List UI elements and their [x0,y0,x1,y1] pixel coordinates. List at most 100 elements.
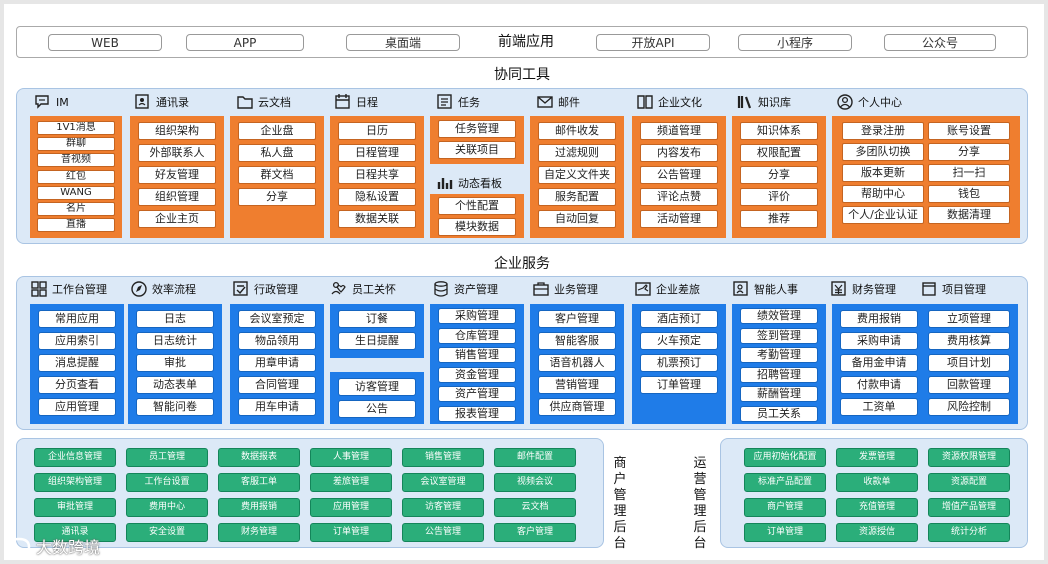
merchant-item: 企业信息管理 [34,448,116,467]
column-title: 云文档 [258,96,291,109]
list-item: 推荐 [740,210,818,228]
list-item: 1V1消息 [37,121,115,135]
column-title: IM [56,95,69,109]
collab-1-header: 通讯录 [134,93,189,111]
care-box-top: 订餐 生日提醒 [330,304,424,358]
list-item: 钱包 [928,185,1010,203]
frontend-official-account: 公众号 [884,34,996,51]
folder-cloud-icon [237,96,253,109]
travel-icon [635,282,651,296]
column-title: 业务管理 [554,283,598,296]
ops-item: 充值管理 [836,498,918,517]
collab-3-header: 日程 [334,93,378,111]
column-title: 员工关怀 [352,283,396,296]
list-item: 个人/企业认证 [842,206,924,224]
collab-box-7: 知识体系 权限配置 分享 评价 推荐 [732,116,826,238]
merchant-item: 人事管理 [310,448,392,467]
chat-icon [35,95,49,109]
ops-item: 收款单 [836,473,918,492]
ent-box-6: 酒店预订 火车预定 机票预订 订单管理 [632,304,726,424]
watermark-logo-icon [7,537,31,555]
list-item: 好友管理 [138,166,216,184]
collab-box-0: 1V1消息 群聊 音视频 红包 WANG 名片 直播 [30,116,122,238]
ent-9-header: 项目管理 [920,280,986,298]
list-item: 权限配置 [740,144,818,162]
ent-7-header: 智能人事 [732,280,798,298]
list-item: 报表管理 [438,406,516,422]
list-item: 服务配置 [538,188,616,206]
ops-item: 统计分析 [928,523,1010,542]
enterprise-title: 企业服务 [494,256,550,272]
list-item: 智能客服 [538,332,616,350]
list-item: 评价 [740,188,818,206]
grid-icon [31,281,47,297]
list-item: 付款申请 [840,376,918,394]
library-icon [737,96,752,109]
merchant-item: 订单管理 [310,523,392,542]
ent-box-5: 客户管理 智能客服 语音机器人 营销管理 供应商管理 [530,304,624,424]
list-item: 风险控制 [928,398,1010,416]
list-item: 登录注册 [842,122,924,140]
merchant-item: 数据报表 [218,448,300,467]
list-item: 应用管理 [38,398,116,416]
list-item: 群文档 [238,166,316,184]
mail-icon [537,96,553,108]
list-item: 任务管理 [438,120,516,138]
list-item: 多团队切换 [842,143,924,161]
list-item: 客户管理 [538,310,616,328]
list-item: 审批 [136,354,214,372]
project-icon [922,282,936,296]
list-item: 扫一扫 [928,164,1010,182]
merchant-item: 公告管理 [402,523,484,542]
column-title: 行政管理 [254,283,298,296]
list-item: 分享 [238,188,316,206]
ent-box-0: 常用应用 应用索引 消息提醒 分页查看 应用管理 [30,304,124,424]
list-item: 立项管理 [928,310,1010,328]
column-title: 企业差旅 [656,283,700,296]
ent-6-header: 企业差旅 [634,280,700,298]
list-item: 合同管理 [238,376,316,394]
list-item: 邮件收发 [538,122,616,140]
column-title: 邮件 [558,96,580,109]
list-item: 日志 [136,310,214,328]
ent-box-7: 绩效管理 签到管理 考勤管理 招聘管理 薪酬管理 员工关系 [732,304,826,424]
column-title: 财务管理 [852,283,896,296]
merchant-item: 会议室管理 [402,473,484,492]
ops-item: 资源授信 [836,523,918,542]
list-item: 动态表单 [136,376,214,394]
list-item: 关联项目 [438,141,516,159]
ent-1-header: 效率流程 [130,280,196,298]
list-item: 应用索引 [38,332,116,350]
ops-item: 资源配置 [928,473,1010,492]
ops-item: 标准产品配置 [744,473,826,492]
list-item: 自定义文件夹 [538,166,616,184]
list-item: 数据清理 [928,206,1010,224]
list-item: 资产管理 [438,386,516,403]
collab-box-3: 日历 日程管理 日程共享 隐私设置 数据关联 [330,116,424,238]
ent-4-header: 资产管理 [432,280,498,298]
list-item: 内容发布 [640,144,718,162]
contacts-icon [135,94,149,109]
merchant-item: 访客管理 [402,498,484,517]
list-item: 自动回复 [538,210,616,228]
merchant-item: 视频会议 [494,473,576,492]
ops-item: 增值产品管理 [928,498,1010,517]
briefcase-icon [533,282,549,296]
list-item: 订单管理 [640,376,718,394]
user-icon [837,94,853,110]
list-item: 红包 [37,169,115,184]
list-item: 采购管理 [438,308,516,324]
care-box-bottom: 访客管理 公告 [330,372,424,424]
list-item: 群聊 [37,137,115,152]
task-box: 任务管理 关联项目 [430,116,524,164]
checklist-icon [437,94,452,109]
collab-box-5: 邮件收发 过滤规则 自定义文件夹 服务配置 自动回复 [530,116,624,238]
column-title: 动态看板 [458,177,502,190]
list-item: 消息提醒 [38,354,116,372]
list-item: 机票预订 [640,354,718,372]
column-title: 资产管理 [454,283,498,296]
list-item: 采购申请 [840,332,918,350]
merchant-item: 客服工单 [218,473,300,492]
compass-icon [131,281,147,297]
merchant-item: 客户管理 [494,523,576,542]
